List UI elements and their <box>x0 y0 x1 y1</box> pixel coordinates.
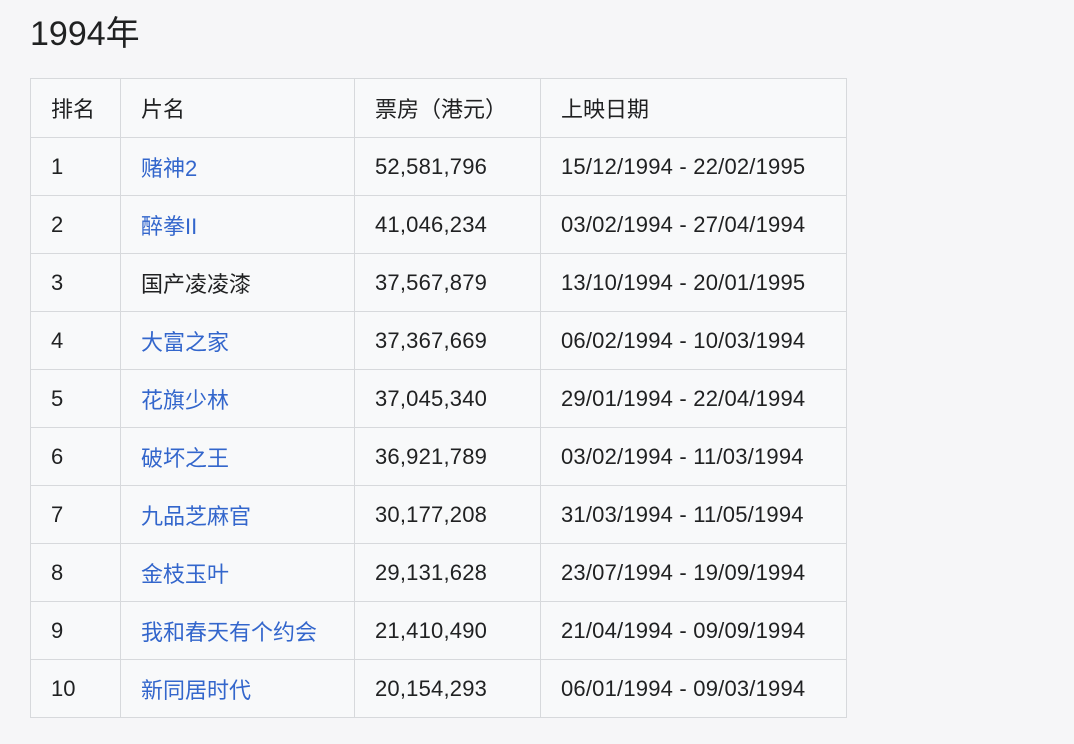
box-office-cell: 37,045,340 <box>354 369 541 428</box>
title-cell: 九品芝麻官 <box>120 485 355 544</box>
box-office-cell: 37,367,669 <box>354 311 541 370</box>
title-cell: 醉拳II <box>120 195 355 254</box>
film-title-link[interactable]: 大富之家 <box>141 330 229 355</box>
release-date-cell: 29/01/1994 - 22/04/1994 <box>540 369 847 428</box>
box-office-table: 排名 片名 票房（港元） 上映日期 1 赌神2 52,581,796 15/12/19… <box>30 78 847 718</box>
page-title: 1994年 <box>30 15 140 53</box>
table-row: 10 新同居时代 20,154,293 06/01/1994 - 09/03/1994 <box>30 659 847 718</box>
box-office-cell: 41,046,234 <box>354 195 541 254</box>
header-title: 片名 <box>120 78 355 138</box>
box-office-cell: 20,154,293 <box>354 659 541 718</box>
release-date-cell: 21/04/1994 - 09/09/1994 <box>540 601 847 660</box>
box-office-cell: 29,131,628 <box>354 543 541 602</box>
release-date-cell: 06/01/1994 - 09/03/1994 <box>540 659 847 718</box>
release-date-cell: 23/07/1994 - 19/09/1994 <box>540 543 847 602</box>
release-date-cell: 15/12/1994 - 22/02/1995 <box>540 137 847 196</box>
table-row: 7 九品芝麻官 30,177,208 31/03/1994 - 11/05/1994 <box>30 485 847 544</box>
title-cell: 我和春天有个约会 <box>120 601 355 660</box>
title-cell: 破坏之王 <box>120 427 355 486</box>
release-date-cell: 13/10/1994 - 20/01/1995 <box>540 253 847 312</box>
header-release-date: 上映日期 <box>540 78 847 138</box>
table-row: 1 赌神2 52,581,796 15/12/1994 - 22/02/1995 <box>30 137 847 196</box>
rank-cell: 5 <box>30 369 121 428</box>
film-title-link[interactable]: 花旗少林 <box>141 388 229 413</box>
rank-cell: 7 <box>30 485 121 544</box>
rank-cell: 9 <box>30 601 121 660</box>
rank-cell: 2 <box>30 195 121 254</box>
box-office-cell: 37,567,879 <box>354 253 541 312</box>
film-title-link[interactable]: 醉拳II <box>141 214 197 239</box>
film-title-link[interactable]: 新同居时代 <box>141 678 251 703</box>
rank-cell: 3 <box>30 253 121 312</box>
rank-cell: 4 <box>30 311 121 370</box>
release-date-cell: 06/02/1994 - 10/03/1994 <box>540 311 847 370</box>
film-title-link[interactable]: 赌神2 <box>141 156 197 181</box>
box-office-table-container: 排名 片名 票房（港元） 上映日期 1 赌神2 52,581,796 15/12/19… <box>30 78 847 718</box>
table-row: 5 花旗少林 37,045,340 29/01/1994 - 22/04/1994 <box>30 369 847 428</box>
header-rank: 排名 <box>30 78 121 138</box>
table-header-row: 排名 片名 票房（港元） 上映日期 <box>30 78 847 138</box>
film-title-link[interactable]: 我和春天有个约会 <box>141 620 317 645</box>
table-row: 3 国产凌凌漆 37,567,879 13/10/1994 - 20/01/1995 <box>30 253 847 312</box>
film-title-link[interactable]: 金枝玉叶 <box>141 562 229 587</box>
title-cell: 金枝玉叶 <box>120 543 355 602</box>
film-title-link[interactable]: 破坏之王 <box>141 446 229 471</box>
title-cell: 国产凌凌漆 <box>120 253 355 312</box>
box-office-cell: 30,177,208 <box>354 485 541 544</box>
release-date-cell: 03/02/1994 - 11/03/1994 <box>540 427 847 486</box>
page: 1994年 排名 片名 票房（港元） 上映日期 1 赌神2 52,581,796 15… <box>0 0 1074 744</box>
film-title-text: 国产凌凌漆 <box>141 271 252 297</box>
box-office-cell: 21,410,490 <box>354 601 541 660</box>
film-title-link[interactable]: 九品芝麻官 <box>141 504 251 529</box>
release-date-cell: 03/02/1994 - 27/04/1994 <box>540 195 847 254</box>
title-cell: 大富之家 <box>120 311 355 370</box>
release-date-cell: 31/03/1994 - 11/05/1994 <box>540 485 847 544</box>
table-row: 4 大富之家 37,367,669 06/02/1994 - 10/03/1994 <box>30 311 847 370</box>
title-cell: 赌神2 <box>120 137 355 196</box>
box-office-cell: 52,581,796 <box>354 137 541 196</box>
rank-cell: 8 <box>30 543 121 602</box>
rank-cell: 1 <box>30 137 121 196</box>
title-cell: 新同居时代 <box>120 659 355 718</box>
rank-cell: 6 <box>30 427 121 486</box>
title-cell: 花旗少林 <box>120 369 355 428</box>
table-row: 2 醉拳II 41,046,234 03/02/1994 - 27/04/1994 <box>30 195 847 254</box>
table-row: 8 金枝玉叶 29,131,628 23/07/1994 - 19/09/1994 <box>30 543 847 602</box>
rank-cell: 10 <box>30 659 121 718</box>
box-office-cell: 36,921,789 <box>354 427 541 486</box>
table-row: 9 我和春天有个约会 21,410,490 21/04/1994 - 09/09/19… <box>30 601 847 660</box>
table-row: 6 破坏之王 36,921,789 03/02/1994 - 11/03/1994 <box>30 427 847 486</box>
header-box-office: 票房（港元） <box>354 78 541 138</box>
